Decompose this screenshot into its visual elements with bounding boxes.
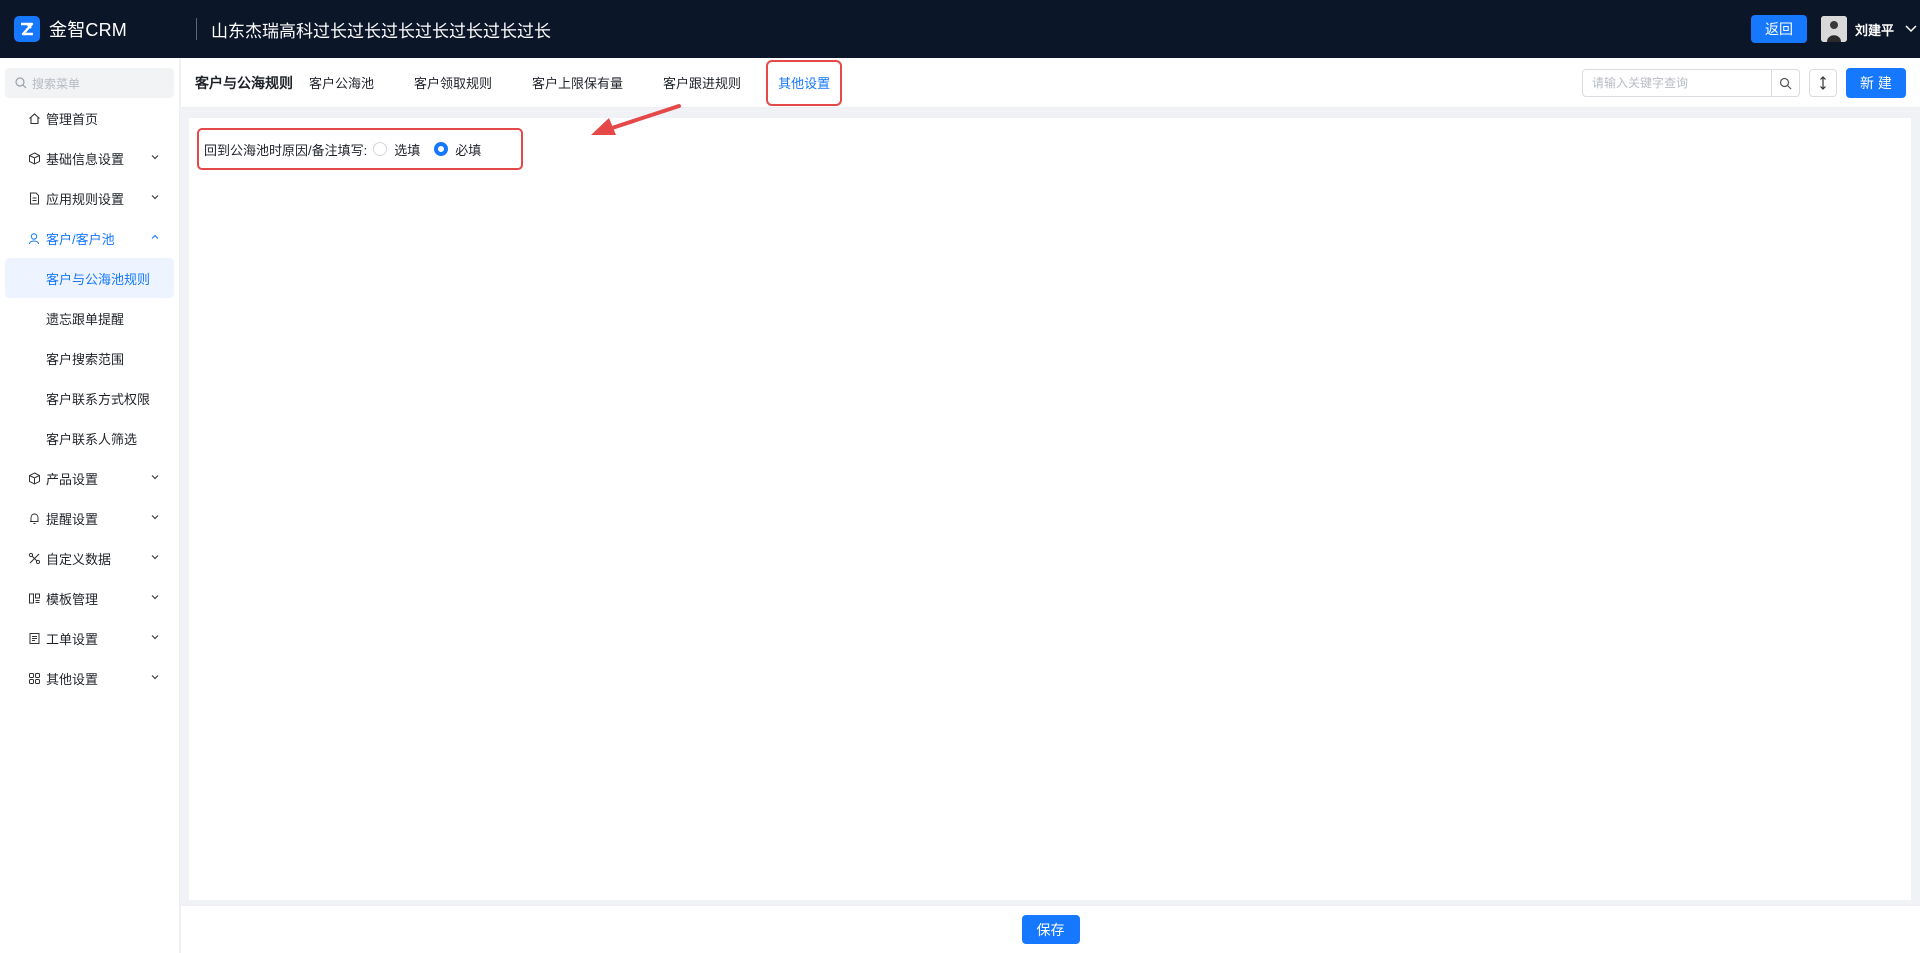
tab-holding-limit[interactable]: 客户上限保有量 bbox=[520, 60, 635, 106]
top-bar: 金智CRM 山东杰瑞高科过长过长过长过长过长过长过长 返回 刘建平 bbox=[0, 0, 1920, 58]
ticket-icon bbox=[26, 630, 42, 646]
chevron-up-icon bbox=[151, 234, 159, 239]
sidebar-item-label: 提醒设置 bbox=[46, 511, 99, 527]
chevron-down-icon bbox=[151, 635, 159, 640]
logo-text: 金智CRM bbox=[49, 20, 127, 40]
top-divider bbox=[196, 18, 197, 40]
sidebar-item-label: 工单设置 bbox=[46, 631, 99, 647]
content-panel: 回到公海池时原因/备注填写: 选填 必填 bbox=[189, 118, 1911, 900]
sidebar-subitem-customer-pool-rules[interactable]: 客户与公海池规则 bbox=[5, 258, 174, 298]
sidebar-item-products[interactable]: 产品设置 bbox=[0, 458, 179, 498]
keyword-search-input[interactable] bbox=[1582, 69, 1772, 97]
sidebar-item-label: 模板管理 bbox=[46, 591, 99, 607]
new-button[interactable]: 新 建 bbox=[1846, 68, 1906, 98]
cube-icon bbox=[26, 150, 42, 166]
bell-icon bbox=[26, 510, 42, 526]
logo[interactable]: 金智CRM bbox=[14, 16, 179, 42]
chevron-down-icon bbox=[151, 475, 159, 480]
radio-required[interactable]: 必填 bbox=[434, 140, 481, 159]
tab-customer-pool[interactable]: 客户公海池 bbox=[297, 60, 386, 106]
radio-optional[interactable]: 选填 bbox=[373, 140, 420, 159]
apps-icon bbox=[26, 670, 42, 686]
save-button[interactable]: 保存 bbox=[1021, 915, 1080, 944]
tab-followup-rules[interactable]: 客户跟进规则 bbox=[651, 60, 753, 106]
radio-unchecked-icon bbox=[373, 142, 388, 156]
sidebar-item-other-settings[interactable]: 其他设置 bbox=[0, 658, 179, 698]
logo-icon bbox=[14, 16, 40, 42]
back-button[interactable]: 返回 bbox=[1750, 15, 1807, 43]
sidebar-subitem-search-scope[interactable]: 客户搜索范围 bbox=[0, 338, 179, 378]
avatar[interactable] bbox=[1820, 16, 1847, 42]
sidebar-item-label: 其他设置 bbox=[46, 671, 99, 687]
chevron-down-icon bbox=[151, 195, 159, 200]
sidebar-item-custom-data[interactable]: 自定义数据 bbox=[0, 538, 179, 578]
annotation-arrow-icon bbox=[591, 104, 681, 135]
sidebar-item-tickets[interactable]: 工单设置 bbox=[0, 618, 179, 658]
sidebar-item-label: 产品设置 bbox=[46, 471, 99, 487]
search-icon bbox=[15, 77, 27, 89]
search-button[interactable] bbox=[1772, 69, 1800, 97]
home-icon bbox=[26, 110, 42, 126]
sidebar-item-reminders[interactable]: 提醒设置 bbox=[0, 498, 179, 538]
chevron-down-icon[interactable] bbox=[1902, 22, 1920, 36]
radio-label: 必填 bbox=[455, 142, 482, 158]
sidebar-subitem-contact-filter[interactable]: 客户联系人筛选 bbox=[0, 418, 179, 458]
search-icon bbox=[1779, 77, 1792, 89]
chevron-down-icon bbox=[151, 155, 159, 160]
sidebar-item-label: 管理首页 bbox=[46, 111, 99, 127]
sort-button[interactable] bbox=[1809, 69, 1837, 97]
tab-bar: 客户与公海规则 客户公海池 客户领取规则 客户上限保有量 客户跟进规则 其他设置… bbox=[181, 58, 1920, 108]
sidebar-item-label: 客户/客户池 bbox=[46, 231, 115, 247]
footer-bar: 保存 bbox=[181, 906, 1920, 953]
page-title: 客户与公海规则 bbox=[195, 74, 293, 91]
sidebar: 搜索菜单 管理首页 基础信息设置 应用规则设置 客户/客户池 客户与公海池规则 … bbox=[0, 58, 180, 953]
chevron-down-icon bbox=[151, 555, 159, 560]
user-icon bbox=[26, 230, 42, 246]
sidebar-search-input[interactable]: 搜索菜单 bbox=[5, 68, 174, 98]
sidebar-item-basic-info[interactable]: 基础信息设置 bbox=[0, 138, 179, 178]
sidebar-item-label: 基础信息设置 bbox=[46, 151, 125, 167]
template-icon bbox=[26, 590, 42, 606]
chevron-down-icon bbox=[151, 515, 159, 520]
tab-claim-rules[interactable]: 客户领取规则 bbox=[402, 60, 504, 106]
sidebar-item-home[interactable]: 管理首页 bbox=[0, 98, 179, 138]
sidebar-item-label: 应用规则设置 bbox=[46, 191, 125, 207]
chevron-down-icon bbox=[151, 675, 159, 680]
sidebar-item-app-rules[interactable]: 应用规则设置 bbox=[0, 178, 179, 218]
chevron-down-icon bbox=[151, 595, 159, 600]
pool-return-reason-setting: 回到公海池时原因/备注填写: 选填 必填 bbox=[197, 128, 523, 170]
sidebar-item-customer-pool[interactable]: 客户/客户池 bbox=[0, 218, 179, 258]
radio-label: 选填 bbox=[394, 142, 421, 158]
company-title: 山东杰瑞高科过长过长过长过长过长过长过长 bbox=[211, 21, 551, 41]
radio-checked-icon bbox=[434, 142, 449, 156]
sidebar-item-templates[interactable]: 模板管理 bbox=[0, 578, 179, 618]
setting-label: 回到公海池时原因/备注填写: bbox=[204, 142, 368, 158]
cube-icon bbox=[26, 470, 42, 486]
sidebar-subitem-forgotten-followup[interactable]: 遗忘跟单提醒 bbox=[0, 298, 179, 338]
sort-icon bbox=[1820, 76, 1826, 90]
tools-icon bbox=[26, 550, 42, 566]
sidebar-subitem-contact-permission[interactable]: 客户联系方式权限 bbox=[0, 378, 179, 418]
sidebar-search-placeholder: 搜索菜单 bbox=[32, 76, 81, 91]
user-name[interactable]: 刘建平 bbox=[1855, 20, 1894, 39]
document-icon bbox=[26, 190, 42, 206]
tab-other-settings[interactable]: 其他设置 bbox=[766, 59, 843, 106]
sidebar-item-label: 自定义数据 bbox=[46, 551, 112, 567]
